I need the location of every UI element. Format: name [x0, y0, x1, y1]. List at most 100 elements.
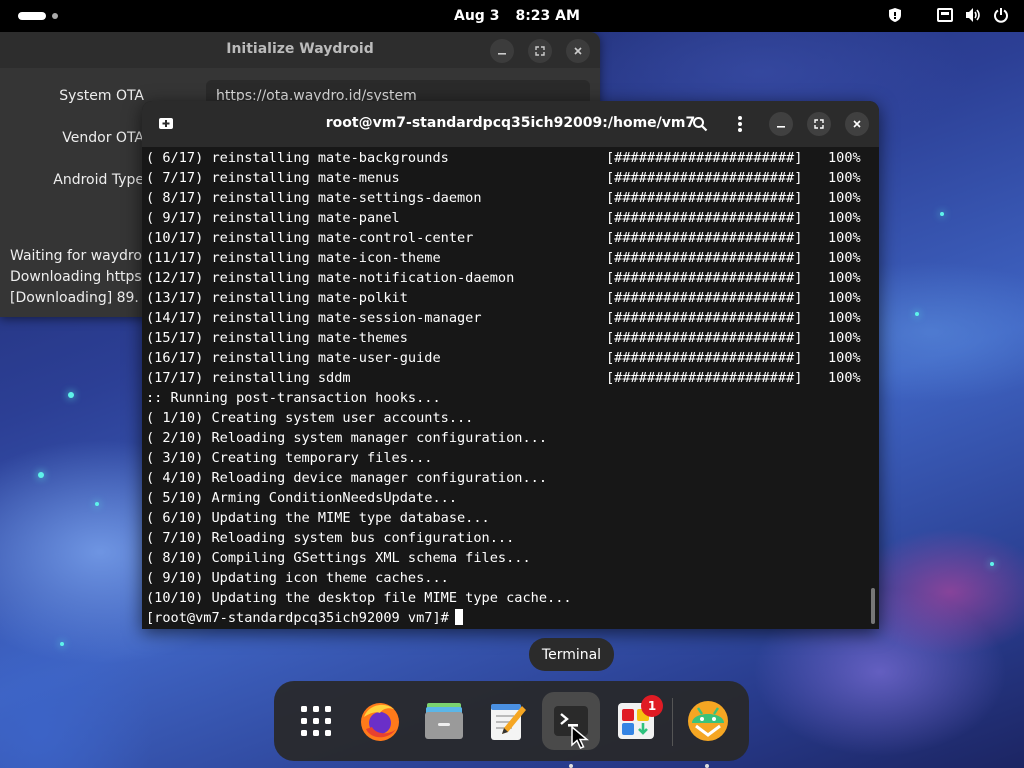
- terminal-progress-line: (12/17) reinstalling mate-notification-d…: [146, 268, 867, 288]
- terminal-progress-line: (15/17) reinstalling mate-themes [#######…: [146, 328, 867, 348]
- dock-tooltip: Terminal: [529, 638, 614, 671]
- volume-icon[interactable]: [964, 6, 982, 24]
- text-editor-icon: [491, 704, 526, 740]
- waydroid-icon: [688, 701, 728, 741]
- terminal-prompt[interactable]: [root@vm7-standardpcq35ich92009 vm7]#: [146, 608, 867, 628]
- power-icon[interactable]: [992, 6, 1010, 24]
- kebab-menu-icon: [738, 116, 742, 132]
- terminal-progress-line: (10/17) reinstalling mate-control-center…: [146, 228, 867, 248]
- terminal-progress-line: (16/17) reinstalling mate-user-guide [###…: [146, 348, 867, 368]
- files-icon: [425, 703, 463, 739]
- android-type-label: Android Type: [53, 172, 144, 188]
- terminal-line: ( 1/10) Creating system user accounts...: [146, 410, 474, 426]
- top-bar: Aug 3 8:23 AM: [0, 0, 1024, 32]
- progress-bar-text: [######################]: [606, 350, 803, 366]
- terminal-line: ( 5/10) Arming ConditionNeedsUpdate...: [146, 490, 457, 506]
- line-text: (10/17) reinstalling mate-control-center: [146, 230, 474, 246]
- progress-bar-text: [######################]: [606, 170, 803, 186]
- line-text: ( 7/17) reinstalling mate-menus: [146, 170, 400, 186]
- sparkle: [68, 392, 74, 398]
- text-editor-launcher[interactable]: [482, 695, 534, 747]
- waydroid-log: Waiting for waydroid Downloading https […: [10, 246, 144, 309]
- progress-bar-text: [######################]: [606, 330, 803, 346]
- minimize-button[interactable]: [490, 39, 514, 63]
- firefox-icon: [361, 703, 399, 741]
- maximize-button[interactable]: [528, 39, 552, 63]
- progress-bar-text: [######################]: [606, 150, 803, 166]
- terminal-line: :: Running post-transaction hooks...: [146, 390, 441, 406]
- terminal-progress-line: (11/17) reinstalling mate-icon-theme [###…: [146, 248, 867, 268]
- sparkle: [38, 472, 44, 478]
- close-icon: [574, 47, 582, 55]
- line-text: (12/17) reinstalling mate-notification-d…: [146, 270, 515, 286]
- line-text: ( 8/17) reinstalling mate-settings-daemo…: [146, 190, 482, 206]
- system-tray[interactable]: [886, 6, 1010, 24]
- log-line: Downloading https: [10, 269, 142, 285]
- app-grid-button[interactable]: [290, 695, 342, 747]
- terminal-progress-line: ( 7/17) reinstalling mate-menus [########…: [146, 168, 867, 188]
- running-indicator: [569, 764, 573, 768]
- progress-bar-text: [######################]: [606, 370, 803, 386]
- terminal-line: ( 7/10) Reloading system bus configurati…: [146, 530, 515, 546]
- close-button[interactable]: [566, 39, 590, 63]
- maximize-icon: [535, 46, 545, 56]
- terminal-line: ( 2/10) Reloading system manager configu…: [146, 430, 548, 446]
- app-grid-icon: [301, 706, 331, 736]
- sparkle: [60, 642, 64, 646]
- workspace-indicator[interactable]: [52, 13, 58, 19]
- progress-bar-text: [######################]: [606, 270, 803, 286]
- terminal-progress-line: ( 6/17) reinstalling mate-backgrounds [##…: [146, 148, 867, 168]
- time-label: 8:23 AM: [515, 8, 580, 24]
- sparkle: [915, 312, 919, 316]
- network-icon[interactable]: [936, 6, 954, 24]
- terminal-progress-line: (17/17) reinstalling sddm [##############…: [146, 368, 867, 388]
- terminal-window[interactable]: root@vm7-standardpcq35ich92009:/home/vm7…: [142, 101, 879, 629]
- files-launcher[interactable]: [418, 695, 470, 747]
- activities-button[interactable]: [18, 12, 46, 20]
- minimize-icon: [777, 126, 785, 128]
- terminal-progress-line: ( 9/17) reinstalling mate-panel [########…: [146, 208, 867, 228]
- waydroid-launcher[interactable]: [682, 695, 734, 747]
- running-indicator: [705, 764, 709, 768]
- search-button[interactable]: [688, 112, 712, 136]
- progress-percent: 100%: [828, 150, 861, 166]
- maximize-icon: [814, 119, 824, 129]
- log-line: Waiting for waydroid: [10, 248, 144, 264]
- progress-percent: 100%: [828, 250, 861, 266]
- menu-button[interactable]: [728, 112, 752, 136]
- progress-bar-text: [######################]: [606, 310, 803, 326]
- progress-percent: 100%: [828, 370, 861, 386]
- close-button[interactable]: [845, 112, 869, 136]
- waydroid-titlebar[interactable]: Initialize Waydroid: [0, 32, 600, 68]
- text-cursor: [454, 609, 463, 625]
- line-text: (17/17) reinstalling sddm: [146, 370, 351, 386]
- system-ota-label: System OTA: [59, 88, 144, 104]
- progress-bar-text: [######################]: [606, 290, 803, 306]
- progress-percent: 100%: [828, 330, 861, 346]
- terminal-titlebar[interactable]: root@vm7-standardpcq35ich92009:/home/vm7: [142, 101, 879, 147]
- line-text: ( 6/17) reinstalling mate-backgrounds: [146, 150, 449, 166]
- clock[interactable]: Aug 3 8:23 AM: [454, 8, 596, 24]
- pointer-icon: [571, 725, 590, 749]
- terminal-scrollbar[interactable]: [871, 588, 875, 624]
- dock-separator: [672, 698, 673, 746]
- sparkle: [95, 502, 99, 506]
- sparkle: [990, 562, 994, 566]
- shield-icon[interactable]: [886, 6, 904, 24]
- minimize-button[interactable]: [769, 112, 793, 136]
- progress-bar-text: [######################]: [606, 250, 803, 266]
- search-icon: [693, 117, 708, 132]
- terminal-progress-line: (14/17) reinstalling mate-session-manage…: [146, 308, 867, 328]
- maximize-button[interactable]: [807, 112, 831, 136]
- firefox-launcher[interactable]: [354, 695, 406, 747]
- vendor-ota-label: Vendor OTA: [62, 130, 144, 146]
- progress-percent: 100%: [828, 190, 861, 206]
- progress-bar-text: [######################]: [606, 190, 803, 206]
- terminal-output[interactable]: ( 6/17) reinstalling mate-backgrounds [##…: [146, 148, 867, 629]
- date-label: Aug 3: [454, 8, 500, 24]
- notification-badge: 1: [641, 695, 663, 717]
- minimize-icon: [498, 53, 506, 55]
- progress-percent: 100%: [828, 170, 861, 186]
- sparkle: [940, 212, 944, 216]
- line-text: (11/17) reinstalling mate-icon-theme: [146, 250, 441, 266]
